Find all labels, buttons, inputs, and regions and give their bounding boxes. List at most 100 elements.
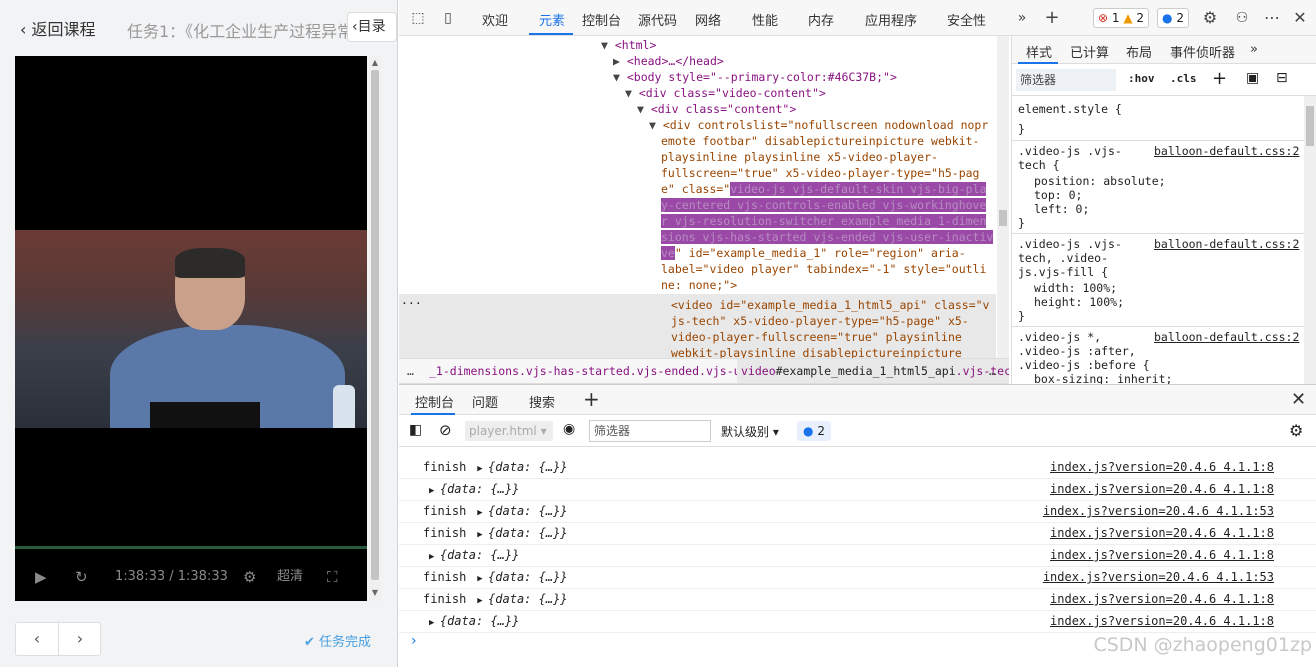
element-style-rule[interactable]: element.style { [1018, 102, 1122, 116]
tab-computed[interactable]: 已计算 [1070, 42, 1109, 61]
more-tabs-icon[interactable]: » [1250, 42, 1258, 57]
console-log-row[interactable]: finish ▶ {data: {…}} index.js?version=20.… [399, 501, 1316, 523]
scrollbar-thumb[interactable] [999, 210, 1007, 226]
console-filter-input[interactable]: 筛选器 [589, 420, 711, 442]
console-log-row[interactable]: ▶ {data: {…}} index.js?version=20.4.6 4.1… [399, 545, 1316, 567]
highlighted-class-line-3[interactable]: r vjs-resolution-switcher example_media_… [661, 214, 987, 228]
ellipsis-icon[interactable]: ··· [401, 296, 422, 310]
video-progress-bar[interactable] [15, 546, 367, 549]
console-log-row[interactable]: finish ▶ {data: {…}} index.js?version=20.… [399, 523, 1316, 545]
log-object[interactable]: {data: {…}} [488, 504, 567, 518]
console-prompt[interactable]: › [411, 633, 417, 649]
tree-line-video-1[interactable]: <video id="example_media_1_html5_api" cl… [671, 298, 990, 312]
menu-button[interactable]: ‹目录 [347, 12, 397, 42]
tab-memory[interactable]: 内存 [808, 10, 834, 29]
fullscreen-icon[interactable]: ⛶ [327, 561, 338, 593]
highlighted-class-line-2[interactable]: y-centered vjs-controls-enabled vjs-work… [661, 198, 987, 212]
video-player[interactable]: ▶ ↻ 1:38:33 / 1:38:33 ⚙ 超清 ⛶ [15, 56, 367, 601]
task-complete-status[interactable]: ✔ 任务完成 [304, 631, 371, 650]
log-source-link[interactable]: index.js?version=20.4.6 4.1.1:8 [1050, 457, 1274, 478]
tab-network[interactable]: 网络 [695, 10, 721, 29]
log-object[interactable]: {data: {…}} [488, 592, 567, 606]
expand-triangle-icon[interactable]: ▶ [466, 464, 488, 474]
gear-icon[interactable]: ⚙ [243, 561, 256, 593]
rule1-prop-3[interactable]: left: 0; [1034, 202, 1089, 216]
close-icon[interactable]: ✕ [1291, 389, 1306, 410]
console-log-row[interactable]: ▶ {data: {…}} index.js?version=20.4.6 4.1… [399, 611, 1316, 633]
expand-triangle-icon[interactable]: ▶ [466, 574, 488, 584]
add-tab-icon[interactable]: + [1043, 9, 1061, 27]
scrollbar-thumb[interactable] [1306, 106, 1314, 146]
play-icon[interactable]: ▶ [35, 561, 47, 593]
tab-application[interactable]: 应用程序 [865, 10, 917, 29]
next-button[interactable]: › [59, 623, 101, 655]
tree-line-body[interactable]: ▼ <body style="--primary-color:#46C37B;"… [613, 70, 897, 84]
tab-layout[interactable]: 布局 [1126, 42, 1152, 61]
log-source-link[interactable]: index.js?version=20.4.6 4.1.1:8 [1050, 589, 1274, 610]
expand-triangle-icon[interactable]: ▶ [466, 508, 488, 518]
tab-console[interactable]: 控制台 [582, 10, 621, 29]
rule3-selector[interactable]: .video-js *, [1018, 330, 1101, 344]
log-level-select[interactable]: 默认级别 ▾ [721, 423, 779, 440]
cls-toggle[interactable]: .cls [1170, 72, 1197, 85]
clear-console-icon[interactable]: ⊘ [439, 421, 452, 439]
rule1-source-link[interactable]: balloon-default.css:2 [1154, 144, 1299, 158]
expand-triangle-icon[interactable]: ▶ [466, 530, 488, 540]
tab-elements[interactable]: 元素 [539, 10, 565, 29]
log-object[interactable]: {data: {…}} [488, 570, 567, 584]
tree-line-head[interactable]: ▶ <head>…</head> [613, 54, 724, 68]
tab-performance[interactable]: 性能 [752, 10, 778, 29]
console-log-row[interactable]: finish ▶ {data: {…}} index.js?version=20.… [399, 589, 1316, 611]
sidebar-toggle-icon[interactable]: ⊟ [1276, 70, 1288, 86]
log-object[interactable]: {data: {…}} [440, 548, 519, 562]
drawer-tab-search[interactable]: 搜索 [529, 392, 555, 411]
log-source-link[interactable]: index.js?version=20.4.6 4.1.1:8 [1050, 611, 1274, 632]
page-scrollbar[interactable]: ▲ ▼ [369, 56, 381, 601]
tree-line-html[interactable]: ▼ <html> [601, 38, 656, 52]
log-object[interactable]: {data: {…}} [440, 482, 519, 496]
sidebar-toggle-icon[interactable]: ◧ [409, 422, 422, 438]
issues-badge[interactable]: ⊗ 1 ▲ 2 [1093, 8, 1150, 28]
console-log-row[interactable]: finish ▶ {data: {…}} index.js?version=20.… [399, 567, 1316, 589]
breadcrumb-next-icon[interactable]: … [989, 359, 996, 383]
breadcrumb-more-icon[interactable]: … [407, 359, 414, 383]
tree-line-video-content[interactable]: ▼ <div class="video-content"> [625, 86, 826, 100]
log-object[interactable]: {data: {…}} [440, 614, 519, 628]
expand-triangle-icon[interactable]: ▶ [466, 596, 488, 606]
rule3-source-link[interactable]: balloon-default.css:2 [1154, 330, 1299, 344]
highlighted-class-line-4[interactable]: sions vjs-has-started vjs-ended vjs-user… [661, 230, 994, 244]
elements-scrollbar[interactable] [997, 36, 1009, 358]
rule1-prop-1[interactable]: position: absolute; [1034, 174, 1166, 188]
eye-icon[interactable]: ◉ [563, 421, 575, 437]
drawer-tab-console[interactable]: 控制台 [415, 392, 454, 411]
tab-styles[interactable]: 样式 [1026, 42, 1052, 61]
tab-welcome[interactable]: 欢迎 [482, 10, 508, 29]
rule2-prop-2[interactable]: height: 100%; [1034, 295, 1124, 309]
rule3-prop-1[interactable]: box-sizing: inherit; [1034, 372, 1172, 384]
prev-button[interactable]: ‹ [16, 623, 59, 655]
inspect-icon[interactable]: ⬚ [409, 9, 427, 27]
styles-scrollbar[interactable] [1304, 96, 1316, 384]
rule2-source-link[interactable]: balloon-default.css:2 [1154, 237, 1299, 251]
quality-button[interactable]: 超清 [277, 561, 303, 593]
breadcrumb-item-video[interactable]: video#example_media_1_html5_api.vjs-tech [737, 359, 1009, 383]
add-tab-icon[interactable]: + [583, 387, 600, 411]
console-log-row[interactable]: ▶ {data: {…}} index.js?version=20.4.6 4.1… [399, 479, 1316, 501]
log-source-link[interactable]: index.js?version=20.4.6 4.1.1:53 [1043, 567, 1274, 588]
expand-triangle-icon[interactable]: ▶ [429, 618, 440, 628]
tree-line-content[interactable]: ▼ <div class="content"> [637, 102, 796, 116]
highlighted-class-line-5[interactable]: ve [661, 246, 675, 260]
log-source-link[interactable]: index.js?version=20.4.6 4.1.1:8 [1050, 523, 1274, 544]
expand-triangle-icon[interactable]: ▶ [429, 486, 440, 496]
more-tabs-icon[interactable]: » [1013, 9, 1031, 27]
log-object[interactable]: {data: {…}} [488, 460, 567, 474]
gear-icon[interactable]: ⚙ [1201, 9, 1219, 27]
tab-sources[interactable]: 源代码 [638, 10, 677, 29]
console-log-row[interactable]: finish ▶ {data: {…}} index.js?version=20.… [399, 457, 1316, 479]
new-rule-icon[interactable]: + [1212, 68, 1227, 89]
messages-badge[interactable]: ● 2 [1157, 8, 1189, 28]
drawer-tab-issues[interactable]: 问题 [472, 392, 498, 411]
hov-toggle[interactable]: :hov [1128, 72, 1155, 85]
scrollbar-thumb[interactable] [371, 70, 379, 580]
device-toggle-icon[interactable]: ▯ [439, 9, 457, 27]
